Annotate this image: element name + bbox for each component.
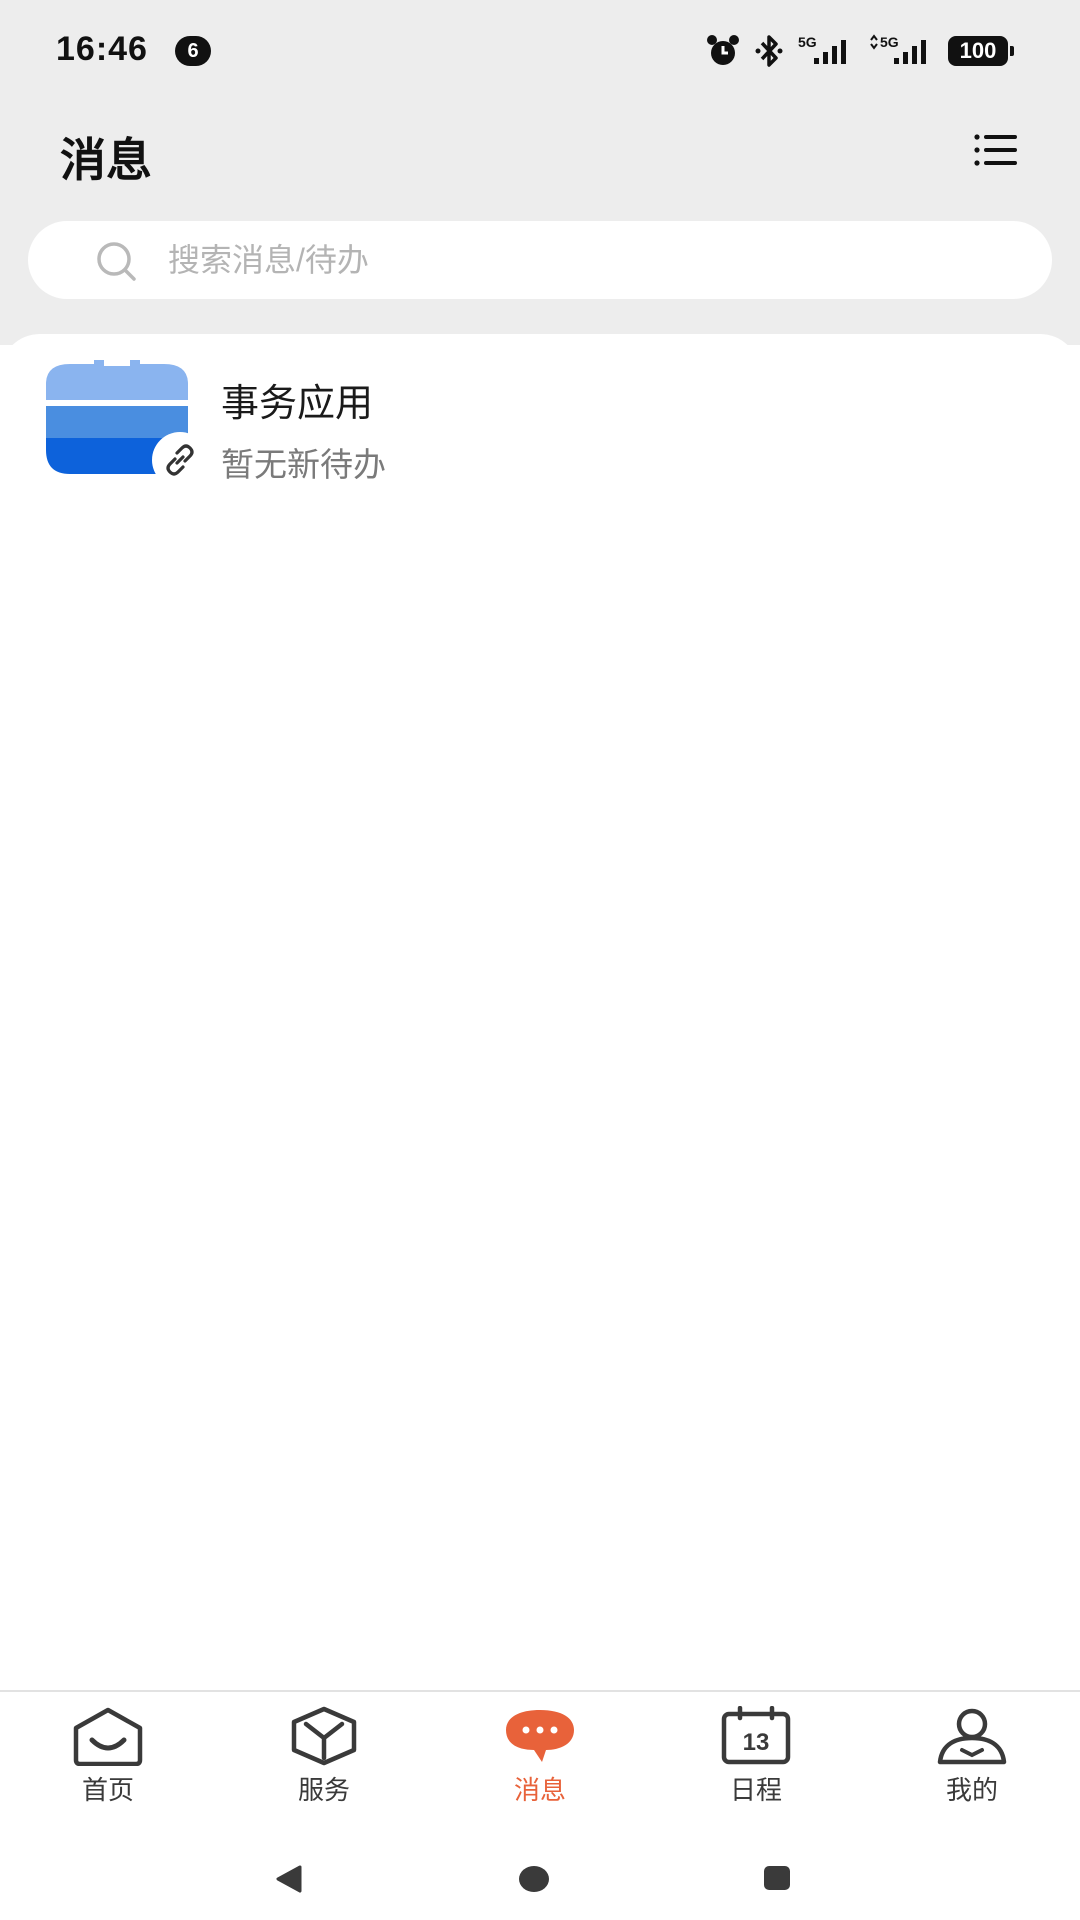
message-list: 事务应用 暂无新待办 <box>0 334 1080 1690</box>
tab-home[interactable]: 首页 <box>38 1706 178 1816</box>
status-icons: 5G 5G 100 <box>706 32 1014 70</box>
link-icon <box>166 444 194 476</box>
5g-signal-icon: 5G <box>798 34 854 68</box>
tab-label: 日程 <box>729 1775 782 1805</box>
box-icon <box>291 1706 357 1766</box>
status-bar: 16:46 6 5G 5G 100 <box>0 0 1080 100</box>
home-icon <box>73 1707 143 1766</box>
notification-count-badge: 6 <box>175 36 211 66</box>
page-title: 消息 <box>60 134 152 186</box>
bluetooth-icon <box>754 34 784 68</box>
calendar-day-label: 13 <box>743 1729 770 1756</box>
header: 消息 <box>0 100 1080 200</box>
search-bar[interactable] <box>28 221 1052 299</box>
tab-label: 我的 <box>945 1775 998 1805</box>
chat-bubble-icon <box>506 1710 574 1762</box>
battery-level: 100 <box>948 36 1014 66</box>
tab-profile[interactable]: 我的 <box>902 1706 1042 1816</box>
5g-signal-icon: 5G <box>868 34 934 68</box>
item-subtitle: 暂无新待办 <box>221 446 386 483</box>
home-circle-icon[interactable] <box>518 1864 550 1894</box>
tab-schedule[interactable]: 13 日程 <box>686 1706 826 1816</box>
recents-icon[interactable] <box>763 1865 791 1891</box>
status-time: 16:46 <box>56 30 148 68</box>
search-icon <box>97 242 136 281</box>
link-badge <box>152 432 208 488</box>
bottom-tab-bar: 首页 服务 消息 13 日程 我的 <box>0 1690 1080 1822</box>
tab-label: 消息 <box>513 1775 566 1805</box>
tab-messages[interactable]: 消息 <box>470 1706 610 1816</box>
tab-label: 服务 <box>297 1775 350 1805</box>
search-input[interactable] <box>168 221 1028 299</box>
back-icon[interactable] <box>274 1864 304 1894</box>
person-icon <box>937 1708 1007 1765</box>
menu-button[interactable] <box>970 124 1022 176</box>
list-item[interactable]: 事务应用 暂无新待办 <box>0 354 1080 488</box>
network-label-2: 5G <box>880 34 899 50</box>
calendar-icon: 13 <box>721 1706 791 1765</box>
item-title: 事务应用 <box>221 383 374 425</box>
tab-services[interactable]: 服务 <box>254 1706 394 1816</box>
tab-label: 首页 <box>81 1775 134 1805</box>
network-label-1: 5G <box>798 34 817 50</box>
system-nav-bar <box>0 1820 1080 1920</box>
alarm-icon <box>706 34 740 68</box>
list-menu-icon <box>974 134 1017 166</box>
